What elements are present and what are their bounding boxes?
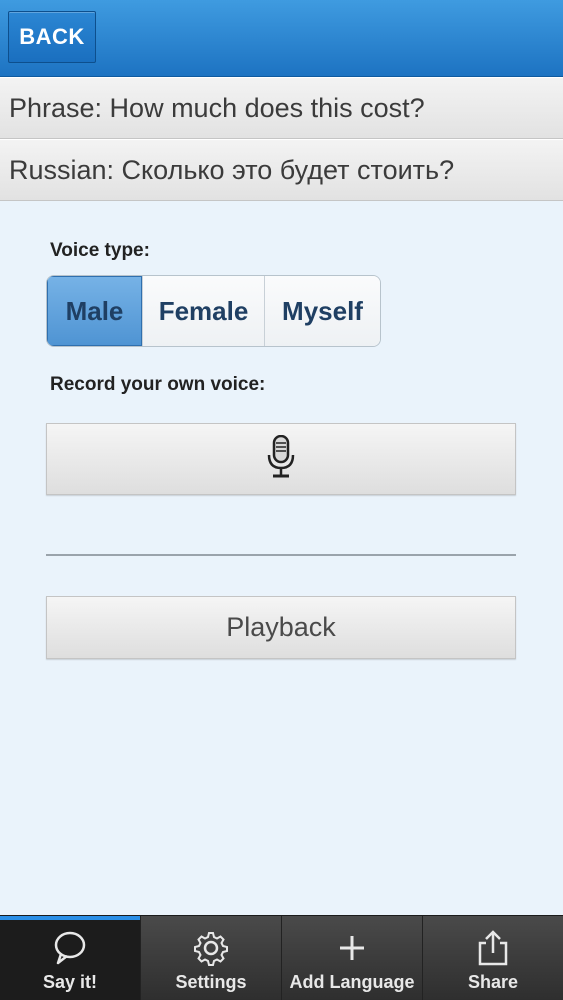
speech-bubble-icon <box>50 928 90 968</box>
tab-label: Share <box>467 972 519 992</box>
voice-type-label: Voice type: <box>50 240 150 261</box>
tab-label: Settings <box>175 972 247 992</box>
screen: BACK Phrase: How much does this cost? Ru… <box>0 0 563 1000</box>
tab-settings[interactable]: Settings <box>140 916 281 1000</box>
gear-icon <box>191 928 231 968</box>
playback-button[interactable]: Playback <box>46 596 516 659</box>
tab-say-it[interactable]: Say it! <box>0 916 140 1000</box>
tab-label: Add Language <box>289 972 415 992</box>
bottom-tab-bar: Say it! Settings Add Language Share <box>0 915 563 1000</box>
tab-share[interactable]: Share <box>422 916 563 1000</box>
tab-label: Say it! <box>42 972 98 992</box>
record-button[interactable] <box>46 423 516 495</box>
voice-type-selector: Male Female Myself <box>46 275 381 347</box>
voice-option-female[interactable]: Female <box>142 276 264 346</box>
tab-add-language[interactable]: Add Language <box>281 916 422 1000</box>
playback-label: Playback <box>226 612 336 642</box>
phrase-row: Phrase: How much does this cost? <box>0 77 563 139</box>
header-bar: BACK <box>0 0 563 77</box>
plus-icon <box>332 928 372 968</box>
voice-option-male[interactable]: Male <box>47 276 142 346</box>
record-voice-label: Record your own voice: <box>50 374 266 395</box>
voice-option-myself[interactable]: Myself <box>264 276 380 346</box>
microphone-icon <box>266 434 296 484</box>
share-icon <box>473 928 513 968</box>
back-button[interactable]: BACK <box>8 11 96 63</box>
translation-row: Russian: Сколько это будет стоить? <box>0 139 563 201</box>
progress-divider <box>46 554 516 556</box>
